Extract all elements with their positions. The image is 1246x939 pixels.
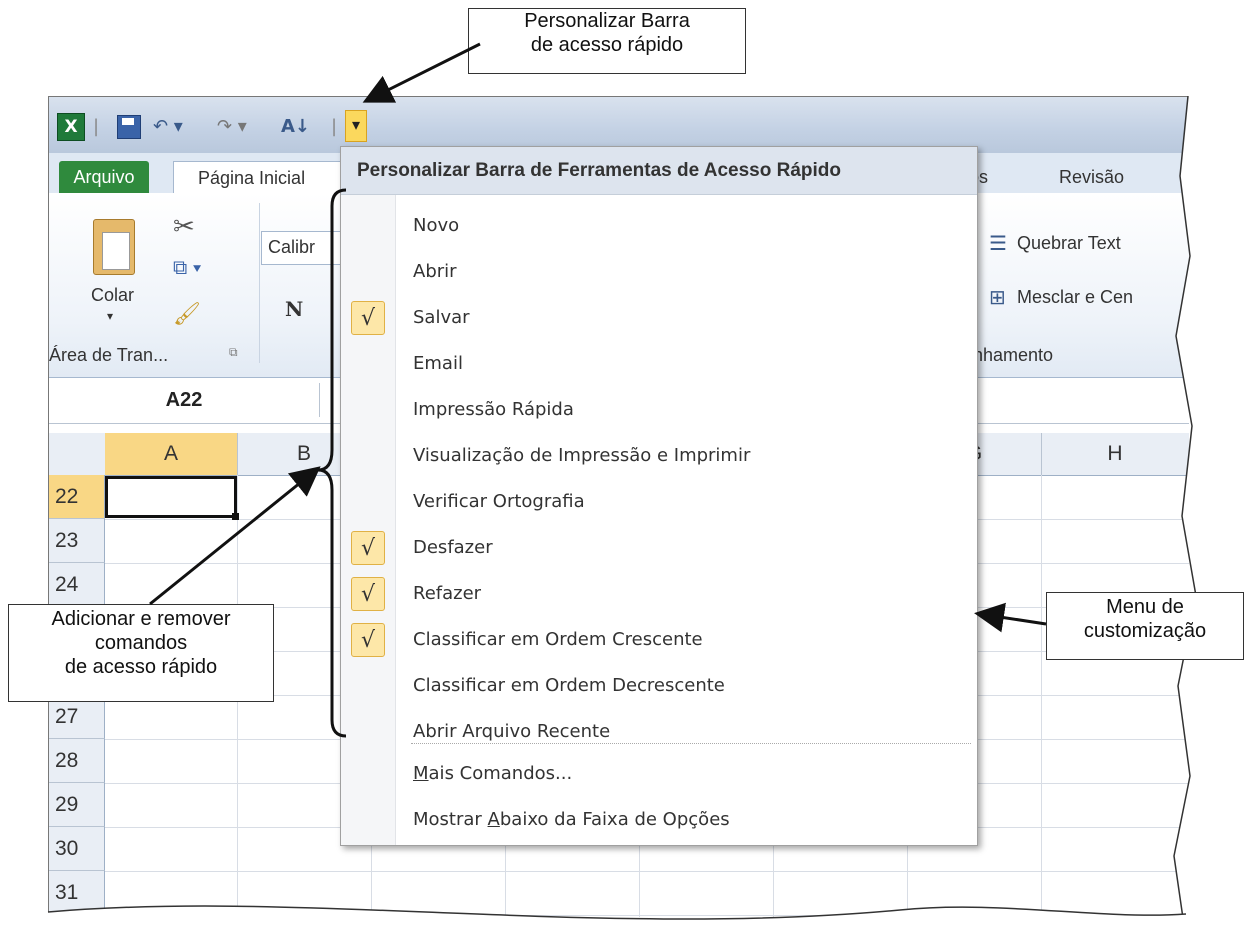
arrow-top	[362, 42, 481, 103]
annotation-arrows	[149, 42, 1047, 738]
bracket	[317, 188, 347, 738]
arrow-left	[149, 466, 321, 606]
arrow-right	[974, 602, 1047, 633]
